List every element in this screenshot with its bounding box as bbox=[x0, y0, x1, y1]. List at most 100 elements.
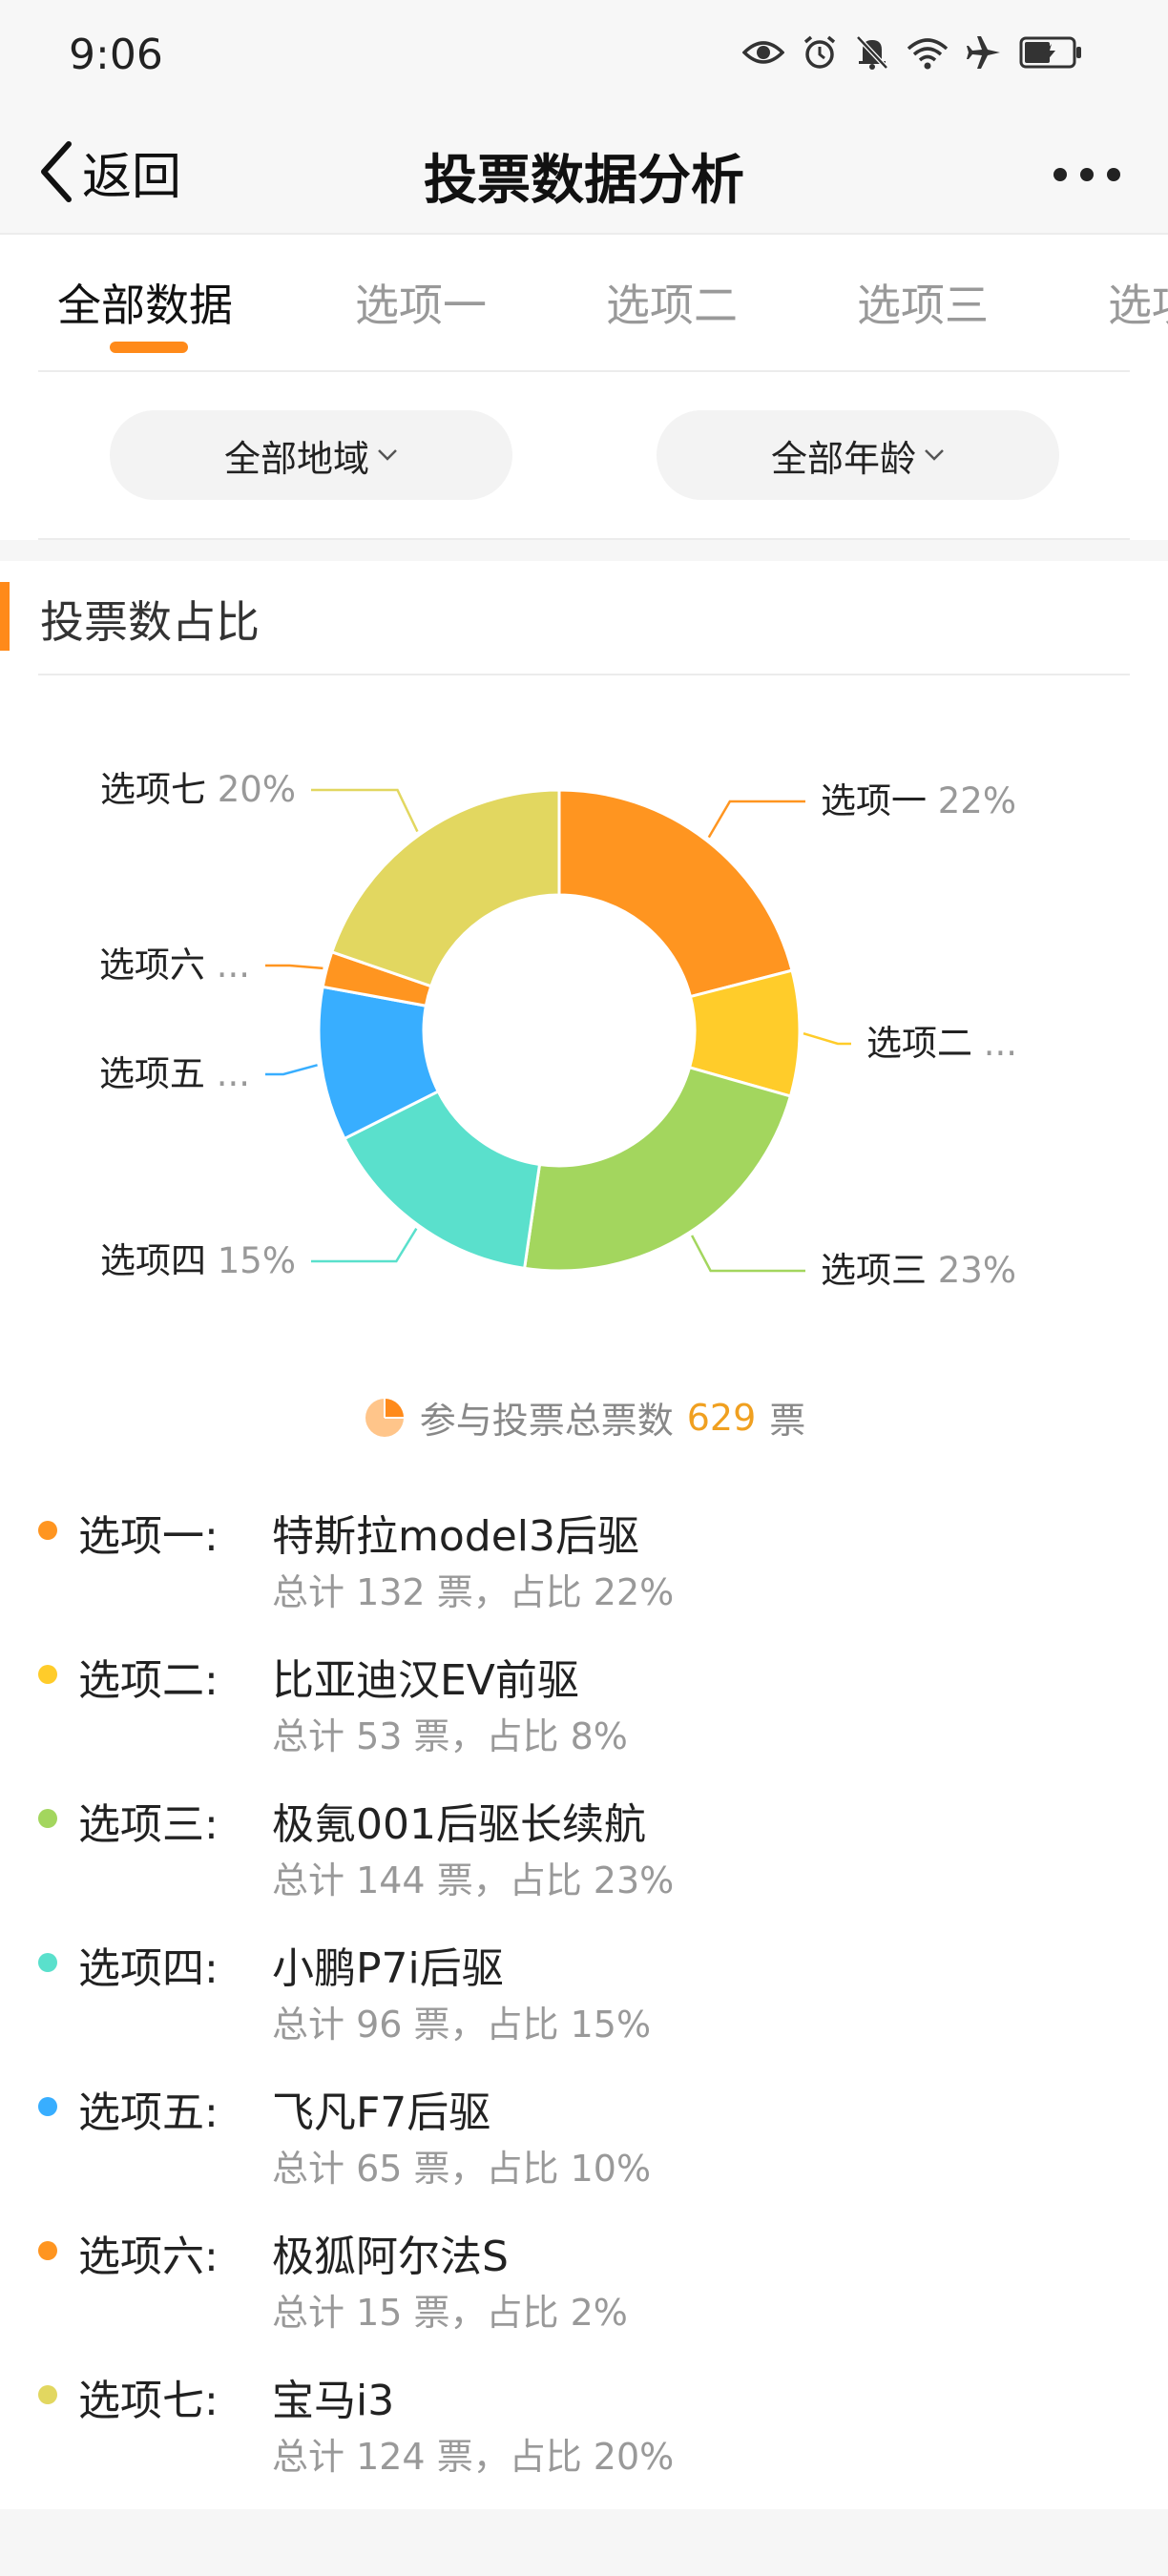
total-votes-number: 629 bbox=[686, 1396, 757, 1439]
divider bbox=[38, 674, 1130, 675]
leader-line-1 bbox=[707, 800, 805, 839]
option-name: 小鹏P7i后驱 bbox=[272, 1944, 504, 1993]
leader-line-5 bbox=[265, 1064, 318, 1076]
slice-label-1: 选项一 22% bbox=[821, 780, 1016, 821]
region-filter[interactable]: 全部地域 bbox=[110, 410, 512, 500]
option-label: 选项六: bbox=[78, 2233, 219, 2281]
slice-label-6: 选项六 ... bbox=[99, 945, 250, 986]
page-title: 投票数据分析 bbox=[424, 150, 744, 212]
vote-share-donut-chart: 选项一 22%选项二 ...选项三 23%选项四 15%选项五 ...选项六 .… bbox=[99, 769, 1017, 1291]
option-label: 选项七: bbox=[78, 2377, 219, 2425]
slice-label-pct: 20% bbox=[218, 769, 296, 810]
status-bar: 9:06 bbox=[0, 0, 1168, 113]
section-spacer bbox=[0, 540, 1168, 561]
tab-option-1[interactable]: 选项一 bbox=[355, 271, 487, 334]
slice-label-name: 选项二 bbox=[866, 1023, 984, 1064]
legend-color-dot bbox=[38, 2097, 57, 2116]
option-label: 选项五: bbox=[78, 2088, 219, 2137]
leader-line-6 bbox=[265, 964, 323, 970]
slice-label-name: 选项七 bbox=[100, 769, 218, 810]
leader-line-7 bbox=[311, 788, 419, 833]
section-header: 投票数占比 bbox=[0, 561, 1168, 675]
more-dot bbox=[1107, 168, 1120, 181]
legend-color-dot bbox=[38, 1953, 57, 1972]
tab-bar: 全部数据 选项一 选项二 选项三 选项 bbox=[0, 235, 1168, 372]
list-item: 选项二: 比亚迪汉EV前驱 总计 53 票，占比 8% bbox=[0, 1632, 1168, 1776]
list-item: 选项六: 极狐阿尔法S 总计 15 票，占比 2% bbox=[0, 2209, 1168, 2353]
option-label: 选项四: bbox=[78, 1944, 219, 1993]
option-name: 特斯拉model3后驱 bbox=[272, 1512, 639, 1561]
option-list: 选项一: 特斯拉model3后驱 总计 132 票，占比 22% 选项二: 比亚迪汉EV… bbox=[0, 1488, 1168, 2497]
option-name: 比亚迪汉EV前驱 bbox=[272, 1656, 579, 1705]
alarm-icon bbox=[803, 35, 836, 69]
chevron-down-icon bbox=[378, 449, 397, 461]
option-label: 选项三: bbox=[78, 1800, 219, 1849]
option-stats: 总计 96 票，占比 15% bbox=[272, 2004, 652, 2046]
leader-line-4 bbox=[311, 1228, 418, 1263]
section-spacer bbox=[0, 2509, 1168, 2576]
slice-label-name: 选项五 bbox=[99, 1053, 217, 1094]
age-filter-label: 全部年龄 bbox=[770, 437, 916, 480]
battery-icon bbox=[1019, 36, 1081, 69]
option-label: 选项一: bbox=[78, 1512, 219, 1561]
list-item: 选项七: 宝马i3 总计 124 票，占比 20% bbox=[0, 2353, 1168, 2497]
mute-bell-icon bbox=[856, 35, 888, 70]
option-stats: 总计 132 票，占比 22% bbox=[272, 1571, 675, 1613]
tab-all-data[interactable]: 全部数据 bbox=[57, 271, 233, 334]
slice-label-pct: 22% bbox=[938, 780, 1016, 821]
option-stats: 总计 144 票，占比 23% bbox=[272, 1859, 675, 1901]
region-filter-label: 全部地域 bbox=[223, 437, 369, 480]
status-icons bbox=[742, 34, 1082, 71]
divider bbox=[38, 370, 1130, 372]
list-item: 选项一: 特斯拉model3后驱总计 132 票，占比 22% bbox=[0, 1488, 1168, 1632]
slice-label-name: 选项六 bbox=[99, 945, 217, 986]
section-accent-bar bbox=[0, 582, 10, 651]
pie-chart-icon bbox=[365, 1398, 404, 1437]
legend-color-dot bbox=[38, 2241, 57, 2260]
slice-label-2: 选项二 ... bbox=[866, 1023, 1017, 1064]
leader-line-2 bbox=[803, 1031, 851, 1046]
total-votes-summary: 参与投票总票数 629 票 bbox=[0, 1391, 1168, 1444]
more-dots-icon bbox=[1053, 168, 1067, 181]
slice-label-name: 选项三 bbox=[821, 1250, 938, 1291]
tab-option-2[interactable]: 选项二 bbox=[606, 271, 738, 334]
slice-label-pct: ... bbox=[217, 1053, 250, 1094]
wifi-icon bbox=[907, 38, 949, 70]
leader-line-3 bbox=[690, 1235, 805, 1273]
chevron-down-icon bbox=[925, 449, 944, 461]
airplane-icon bbox=[967, 36, 1000, 69]
option-stats: 总计 124 票，占比 20% bbox=[272, 2436, 675, 2478]
slice-label-name: 选项四 bbox=[100, 1240, 218, 1281]
legend-color-dot bbox=[38, 1521, 57, 1540]
legend-color-dot bbox=[38, 2385, 57, 2404]
slice-label-name: 选项一 bbox=[821, 780, 938, 821]
slice-label-pct: 23% bbox=[938, 1250, 1016, 1291]
age-filter[interactable]: 全部年龄 bbox=[657, 410, 1059, 500]
donut-slice-7 bbox=[329, 788, 561, 988]
slice-label-3: 选项三 23% bbox=[821, 1250, 1016, 1291]
option-stats: 总计 15 票，占比 2% bbox=[272, 2292, 628, 2334]
slice-label-7: 选项七 20% bbox=[100, 769, 296, 810]
donut-slice-1 bbox=[557, 788, 794, 999]
slice-label-4: 选项四 15% bbox=[100, 1240, 296, 1281]
option-stats: 总计 65 票，占比 10% bbox=[272, 2148, 652, 2190]
legend-color-dot bbox=[38, 1809, 57, 1828]
more-button[interactable] bbox=[1053, 151, 1120, 198]
total-votes-suffix: 票 bbox=[769, 1400, 806, 1442]
tab-option-4-partial[interactable]: 选项 bbox=[1108, 271, 1168, 334]
slice-label-pct: ... bbox=[217, 945, 250, 986]
tab-active-indicator bbox=[110, 342, 188, 353]
more-dot bbox=[1080, 168, 1094, 181]
tab-option-3[interactable]: 选项三 bbox=[857, 271, 989, 334]
eye-icon bbox=[742, 41, 784, 64]
slice-label-5: 选项五 ... bbox=[99, 1053, 250, 1094]
list-item: 选项五: 飞凡F7后驱总计 65 票，占比 10% bbox=[0, 2065, 1168, 2209]
option-name: 极狐阿尔法S bbox=[272, 2233, 509, 2281]
list-item: 选项四: 小鹏P7i后驱总计 96 票，占比 15% bbox=[0, 1921, 1168, 2065]
option-name: 宝马i3 bbox=[272, 2377, 395, 2425]
option-stats: 总计 53 票，占比 8% bbox=[272, 1715, 628, 1757]
slice-label-pct: ... bbox=[984, 1023, 1017, 1064]
total-votes-prefix: 参与投票总票数 bbox=[419, 1400, 674, 1442]
option-name: 飞凡F7后驱 bbox=[272, 2088, 491, 2137]
list-item: 选项三: 极氪001后驱长续航 总计 144 票，占比 23% bbox=[0, 1776, 1168, 1921]
